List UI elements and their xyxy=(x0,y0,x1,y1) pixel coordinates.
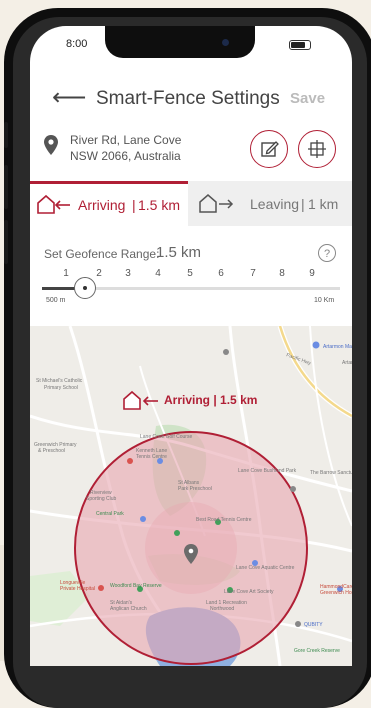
slider-tick: 8 xyxy=(279,268,285,279)
target-icon xyxy=(308,140,326,158)
map-place-label: Anglican Church xyxy=(110,606,147,612)
range-label: Set Geofence Range: xyxy=(44,247,160,261)
map-place-label: QUBITY xyxy=(304,622,323,628)
range-slider-thumb[interactable] xyxy=(74,277,96,299)
edit-location-button[interactable] xyxy=(250,130,288,168)
map-place-label: St Michael's Catholic xyxy=(36,378,83,384)
app-header: ⟵ Smart-Fence Settings Save xyxy=(30,84,352,114)
phone-volume-up xyxy=(4,165,8,209)
map-place-label: Artarmon Marke xyxy=(323,344,352,350)
map-badge-arriving: Arriving xyxy=(164,393,211,407)
mode-tabs: Arriving | 1.5 km Leaving | 1 km xyxy=(30,181,352,226)
range-value: 1.5 km xyxy=(156,244,202,261)
map-place-label: The Barrow Sanctuary xyxy=(310,470,352,476)
save-button[interactable]: Save xyxy=(290,90,325,107)
tab-arriving-label: Arriving xyxy=(78,197,126,213)
tab-arriving-distance: 1.5 km xyxy=(138,197,181,213)
slider-tick: 9 xyxy=(309,268,315,279)
phone-volume-down xyxy=(4,220,8,264)
map-place-label: Tennis Centre xyxy=(136,454,167,460)
tab-arriving[interactable]: Arriving | 1.5 km xyxy=(30,181,188,226)
map-arrive-house-icon xyxy=(123,390,158,410)
map-place-label: Sporting Club xyxy=(86,496,117,502)
address: River Rd, Lane Cove NSW 2066, Australia xyxy=(70,132,181,164)
map-place-label: Northwood xyxy=(210,606,234,612)
map-place-label: Greenwich Hospital xyxy=(320,590,352,596)
phone-side-button xyxy=(4,122,8,148)
map-place-label: Central Park xyxy=(96,511,124,517)
map-place-label: Lane Cove Bushland Park xyxy=(238,468,297,474)
slider-tick: 6 xyxy=(218,268,224,279)
map-place-label: Gore Creek Reserve xyxy=(294,648,340,654)
slider-tick: 2 xyxy=(96,268,102,279)
slider-tick: 3 xyxy=(125,268,131,279)
slider-max-label: 10 Km xyxy=(314,297,335,304)
edit-icon xyxy=(261,141,279,157)
status-time: 8:00 xyxy=(66,38,88,50)
tab-leaving-distance: 1 km xyxy=(308,196,339,212)
notch xyxy=(105,26,255,58)
arrive-house-icon xyxy=(37,194,70,214)
slider-tick: 7 xyxy=(250,268,256,279)
slider-tick: 5 xyxy=(187,268,193,279)
tab-leaving-divider: | xyxy=(301,196,305,212)
map-canvas: Artarmon Marke Pacific Hwy Artarm St Mic… xyxy=(30,326,352,666)
address-line-2: NSW 2066, Australia xyxy=(70,149,181,163)
map-view[interactable]: Artarmon Marke Pacific Hwy Artarm St Mic… xyxy=(30,326,352,666)
map-place-label: Park Preschool xyxy=(178,486,212,492)
address-line-1: River Rd, Lane Cove xyxy=(70,133,182,147)
map-pin-icon xyxy=(44,135,58,155)
tab-leaving-label: Leaving xyxy=(250,196,300,212)
map-badge-distance: 1.5 km xyxy=(220,393,258,407)
map-place-label: Lane Cove Aquatic Centre xyxy=(236,565,295,571)
phone-screen: 8:00 ⟵ Smart-Fence Settings Save River R… xyxy=(30,26,352,666)
tab-leaving[interactable]: Leaving | 1 km xyxy=(188,181,352,226)
leave-house-icon xyxy=(199,194,234,213)
slider-tick: 4 xyxy=(155,268,161,279)
slider-min-label: 500 m xyxy=(46,297,66,304)
battery-icon xyxy=(289,40,311,50)
map-place-label: Lane Cove Golf Course xyxy=(140,434,192,440)
map-badge-label: Arriving | 1.5 km xyxy=(164,393,258,407)
back-arrow-icon[interactable]: ⟵ xyxy=(52,84,86,112)
map-place-label: Best Road Tennis Centre xyxy=(196,517,252,523)
map-place-label: Lane Cove Art Society xyxy=(224,589,274,595)
help-icon[interactable]: ? xyxy=(318,244,336,262)
map-place-label: Private Hospital xyxy=(60,586,95,592)
slider-tick: 1 xyxy=(63,268,69,279)
map-place-label: & Preschool xyxy=(38,448,65,454)
map-place-label: Woodford Bay Reserve xyxy=(110,583,162,589)
map-place-label: Artarm xyxy=(342,360,352,366)
page-title: Smart-Fence Settings xyxy=(96,88,280,109)
tab-arriving-divider: | xyxy=(132,197,136,213)
front-camera-icon xyxy=(222,39,229,46)
map-place-label: Primary School xyxy=(44,385,78,391)
recenter-button[interactable] xyxy=(298,130,336,168)
